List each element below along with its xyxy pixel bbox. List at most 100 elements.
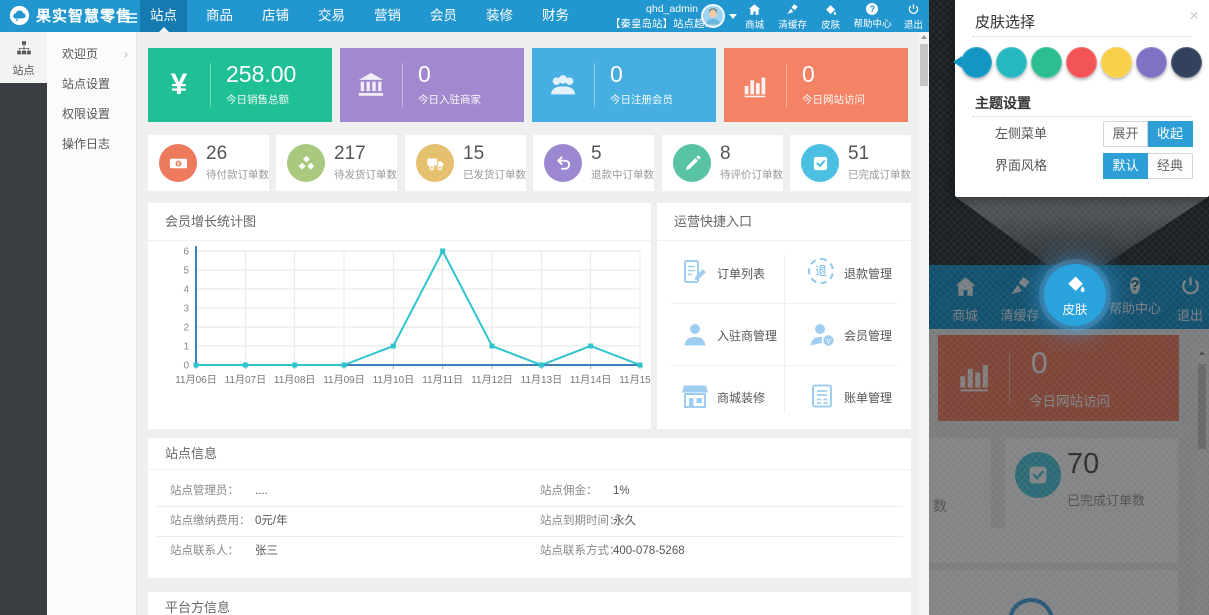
menu-item-design[interactable]: 装修 <box>476 0 523 32</box>
field-value: 1% <box>613 476 630 506</box>
order-card-done: 51 已完成订单数 <box>790 135 911 191</box>
skin-picker-panel: 皮肤选择 × 主题设置 左侧菜单 展开 收起 <box>955 0 1209 197</box>
help-center-button[interactable]: ? 帮助中心 <box>848 0 896 32</box>
shortcuts-panel: 运营快捷入口 订单列表 退 退款管理 入驻商管理 v 会员管理 商 <box>657 203 911 429</box>
svg-text:5: 5 <box>183 266 189 277</box>
shortcut-mall-design[interactable]: 商城装修 <box>659 365 779 427</box>
app-logo: 果实智慧零售 <box>9 5 132 26</box>
skin-panel-title: 皮肤选择 <box>975 11 1035 32</box>
skin-color-yellow[interactable] <box>1101 47 1132 78</box>
skin-color-red[interactable] <box>1066 47 1097 78</box>
svg-text:11月12日: 11月12日 <box>471 374 513 386</box>
classic-style-button[interactable]: 经典 <box>1148 153 1193 179</box>
menu-item-site[interactable]: 站点 <box>140 0 187 32</box>
power-icon <box>907 3 920 16</box>
sidebar-toggle[interactable] <box>126 13 137 25</box>
menu-item-finance[interactable]: 财务 <box>532 0 579 32</box>
sub-sidebar: 欢迎页 › 站点设置 权限设置 操作日志 <box>47 32 137 615</box>
skin-color-purple[interactable] <box>1136 47 1167 78</box>
field-value: 张三 <box>255 536 278 566</box>
site-info-panel: 站点信息 站点管理员： .... 站点佣金： 1% 站点缴纳费用： 0元/年 站… <box>148 438 911 578</box>
avatar[interactable] <box>701 4 725 28</box>
main-content: ¥ 258.00 今日销售总额 0 今日入驻商家 0 今日注册会员 0 今日网站… <box>137 32 919 615</box>
field-label: 站点管理员： <box>170 476 239 506</box>
home-icon <box>748 3 761 16</box>
menu-item-goods[interactable]: 商品 <box>196 0 243 32</box>
merchant-icon <box>681 320 709 348</box>
menu-item-shop[interactable]: 店铺 <box>252 0 299 32</box>
mall-button[interactable]: 商城 <box>737 0 772 32</box>
expand-button[interactable]: 展开 <box>1103 121 1148 147</box>
svg-text:6: 6 <box>183 247 189 258</box>
shortcut-merchants[interactable]: 入驻商管理 <box>659 303 779 365</box>
left-menu-setting-row: 左侧菜单 展开 收起 <box>955 118 1209 150</box>
skin-button-highlighted[interactable]: 皮肤 <box>1044 264 1106 326</box>
default-style-button[interactable]: 默认 <box>1103 153 1148 179</box>
site-info-title: 站点信息 <box>148 438 911 470</box>
platform-info-title: 平台方信息 <box>148 592 911 615</box>
clear-cache-button[interactable]: 清缓存 <box>772 0 813 32</box>
scroll-thumb[interactable] <box>920 44 928 86</box>
setting-label: 界面风格 <box>995 150 1047 182</box>
close-icon[interactable]: × <box>1189 6 1199 26</box>
setting-label: 左侧菜单 <box>995 118 1047 150</box>
scroll-up-arrow[interactable] <box>921 35 927 39</box>
banknote-icon: ¥ <box>159 144 197 182</box>
field-label: 站点佣金： <box>540 476 598 506</box>
order-card-shipped: 15 已发货订单数 <box>405 135 526 191</box>
check-square-icon <box>801 144 839 182</box>
skin-color-green[interactable] <box>1031 47 1062 78</box>
shortcut-members[interactable]: v 会员管理 <box>786 303 906 365</box>
bar-chart-icon <box>740 70 770 100</box>
user-info[interactable]: qhd_admin 【秦皇岛站】站点超... <box>610 0 698 32</box>
truck-icon <box>416 144 454 182</box>
user-site-role: 【秦皇岛站】站点超... <box>610 16 698 31</box>
page-scrollbar[interactable] <box>919 32 929 615</box>
menu-item-marketing[interactable]: 营销 <box>364 0 411 32</box>
menu-item-member[interactable]: 会员 <box>420 0 467 32</box>
svg-text:11月10日: 11月10日 <box>373 374 415 386</box>
storefront-icon <box>681 382 709 410</box>
field-label: 站点联系人： <box>170 536 239 566</box>
sidebar-item-permissions[interactable]: 权限设置 <box>47 99 136 129</box>
question-icon: ? <box>866 3 878 15</box>
sidebar-module-site[interactable]: 站点 <box>0 32 47 83</box>
svg-text:11月07日: 11月07日 <box>225 374 267 386</box>
user-name: qhd_admin <box>610 3 698 15</box>
svg-text:11月08日: 11月08日 <box>274 374 316 386</box>
broom-icon <box>786 3 799 16</box>
skin-color-teal[interactable] <box>996 47 1027 78</box>
skin-color-row <box>961 47 1206 78</box>
field-value: .... <box>255 476 268 506</box>
svg-text:v: v <box>826 336 831 346</box>
field-value: 400-078-5268 <box>613 536 685 566</box>
order-card-toship: 217 待发货订单数 <box>276 135 397 191</box>
platform-info-panel: 平台方信息 <box>148 592 911 615</box>
sidebar-item-logs[interactable]: 操作日志 <box>47 129 136 159</box>
shortcut-refund[interactable]: 退 退款管理 <box>786 241 906 303</box>
app-title: 果实智慧零售 <box>36 5 132 26</box>
chart-title: 会员增长统计图 <box>148 203 651 241</box>
skin-button[interactable]: 皮肤 <box>813 0 848 32</box>
skin-color-navy[interactable] <box>1171 47 1202 78</box>
shortcut-order-list[interactable]: 订单列表 <box>659 241 779 303</box>
field-label: 站点缴纳费用： <box>170 506 251 536</box>
sitemap-icon <box>16 40 32 56</box>
top-navbar: 果实智慧零售 站点 商品 店铺 交易 营销 会员 装修 财务 qhd_admin… <box>0 0 930 32</box>
navbar-actions: 商城 清缓存 皮肤 ? 帮助中心 退出 <box>737 0 930 32</box>
user-dropdown-caret[interactable] <box>729 14 737 19</box>
cloud-logo-icon <box>9 5 30 26</box>
sidebar-item-welcome[interactable]: 欢迎页 › <box>47 39 136 69</box>
sidebar-module-label: 站点 <box>0 62 47 78</box>
skin-color-blue[interactable] <box>961 47 992 78</box>
collapse-button[interactable]: 收起 <box>1148 121 1193 147</box>
svg-text:11月11日: 11月11日 <box>422 374 463 386</box>
cubes-icon <box>287 144 325 182</box>
order-card-toreview: 8 待评价订单数 <box>662 135 783 191</box>
logout-button[interactable]: 退出 <box>897 0 930 32</box>
field-value: 0元/年 <box>255 506 288 536</box>
shortcut-bills[interactable]: 账单管理 <box>786 365 906 427</box>
growth-chart: 012345611月06日11月07日11月08日11月09日11月10日11月… <box>148 241 651 427</box>
sidebar-item-site-settings[interactable]: 站点设置 <box>47 69 136 99</box>
menu-item-trade[interactable]: 交易 <box>308 0 355 32</box>
